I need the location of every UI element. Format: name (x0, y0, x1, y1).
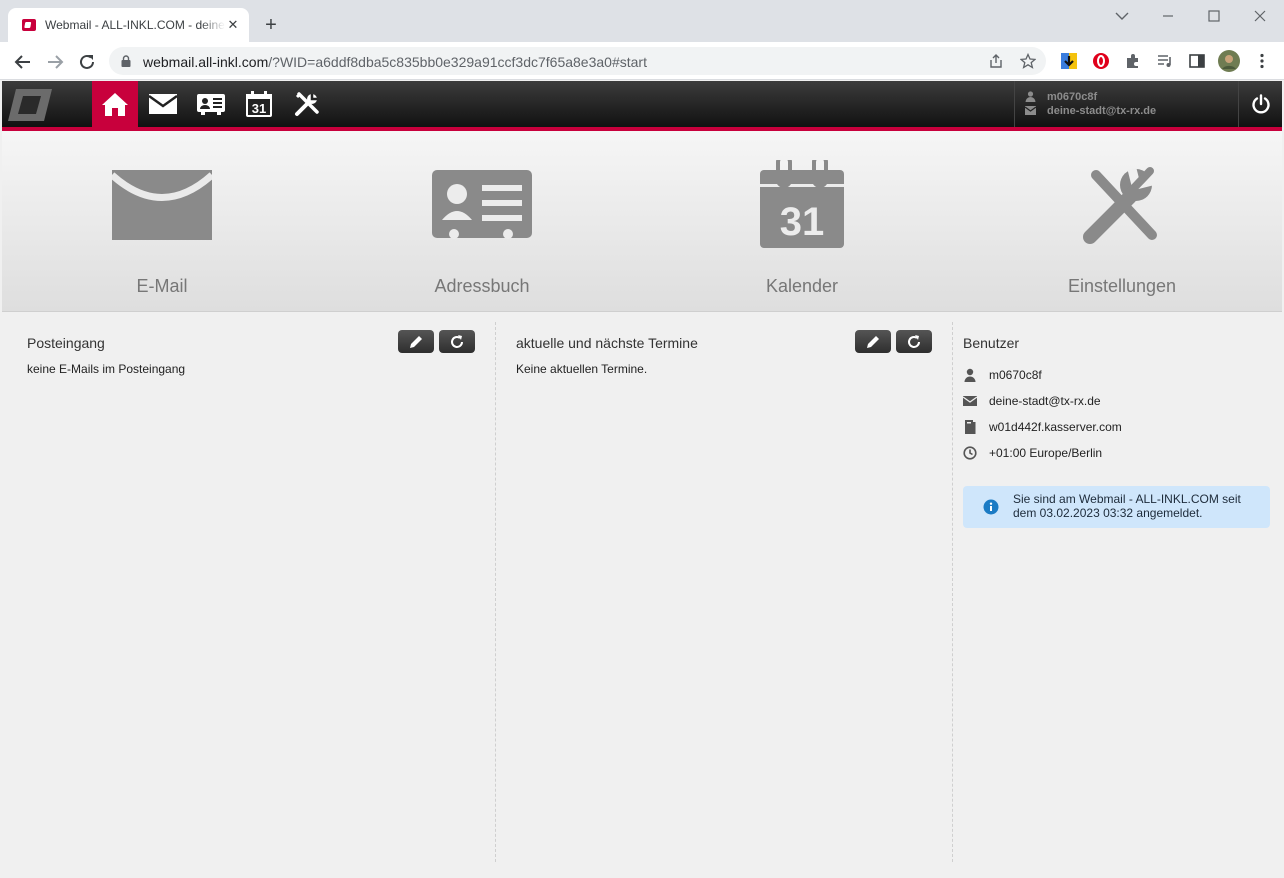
pencil-icon (867, 335, 879, 348)
tab-search-chevron-icon[interactable] (1107, 6, 1137, 26)
tile-addressbook-label: Adressbuch (434, 276, 530, 296)
app-header: 31 m0670c8f deine-stadt@tx-rx.de (2, 81, 1282, 127)
user-panel: Benutzer m0670c8f deine-stadt@tx-rx.de w… (963, 313, 1273, 878)
inbox-refresh-button[interactable] (439, 330, 475, 353)
appointments-empty-text: Keine aktuellen Termine. (516, 362, 648, 376)
back-arrow-icon[interactable] (12, 51, 34, 73)
nav-addressbook[interactable] (188, 81, 234, 127)
calendar-icon: 31 (760, 160, 844, 248)
mail-icon (1025, 106, 1036, 115)
new-tab-button[interactable]: + (260, 14, 282, 36)
user-row-timezone: +01:00 Europe/Berlin (963, 446, 1263, 462)
url-text: webmail.all-inkl.com/?WID=a6ddf8dba5c835… (143, 54, 647, 70)
refresh-icon (908, 334, 920, 348)
user-server: w01d442f.kasserver.com (989, 420, 1122, 434)
menu-kebab-icon[interactable] (1253, 52, 1271, 70)
tools-icon (1083, 167, 1157, 244)
tile-calendar[interactable]: 31 Kalender (642, 131, 962, 312)
user-row-server: w01d442f.kasserver.com (963, 420, 1263, 436)
panel-divider (495, 322, 496, 862)
nav-calendar[interactable]: 31 (236, 81, 282, 127)
tile-addressbook[interactable]: Adressbuch (322, 131, 642, 312)
tile-email[interactable]: E-Mail (2, 131, 322, 312)
reload-icon[interactable] (76, 51, 98, 73)
download-extension-icon[interactable] (1060, 52, 1078, 70)
maximize-window-icon[interactable] (1199, 6, 1229, 26)
inbox-title: Posteingang (27, 335, 105, 351)
user-email: deine-stadt@tx-rx.de (989, 394, 1101, 408)
user-icon (1025, 91, 1036, 102)
inbox-panel: Posteingang keine E-Mails im Posteingang (27, 313, 477, 878)
bookmark-star-icon[interactable] (1020, 53, 1036, 69)
browser-tab-strip: Webmail - ALL-INKL.COM - deine-stadt@tx-… (0, 0, 1284, 42)
header-username: m0670c8f (1047, 91, 1098, 103)
user-row-email: deine-stadt@tx-rx.de (963, 394, 1263, 410)
tile-settings-label: Einstellungen (1067, 276, 1177, 296)
login-info-box: Sie sind am Webmail - ALL-INKL.COM seit … (963, 486, 1270, 528)
user-icon (964, 368, 976, 382)
inbox-empty-text: keine E-Mails im Posteingang (27, 362, 186, 376)
tab-title: Webmail - ALL-INKL.COM - deine-stadt@tx-… (45, 18, 225, 32)
media-queue-icon[interactable] (1156, 52, 1174, 70)
header-user-info: m0670c8f deine-stadt@tx-rx.de (1014, 81, 1214, 127)
refresh-icon (451, 334, 463, 348)
tile-settings[interactable]: Einstellungen (962, 131, 1282, 312)
nav-email[interactable] (140, 81, 186, 127)
calendar-icon: 31 (246, 91, 272, 117)
logout-button[interactable] (1238, 81, 1282, 127)
address-card-icon (432, 170, 532, 239)
close-window-icon[interactable] (1245, 6, 1275, 26)
user-panel-title: Benutzer (963, 335, 1020, 351)
minimize-window-icon[interactable] (1153, 6, 1183, 26)
quick-launch-tiles: E-Mail Adressbuch 31 Kalender Einstellun… (2, 131, 1282, 312)
mail-icon (963, 396, 977, 406)
panel-divider (952, 322, 953, 862)
tools-icon (295, 92, 319, 116)
nav-home[interactable] (92, 81, 138, 127)
lock-icon (121, 55, 131, 67)
browser-toolbar: webmail.all-inkl.com/?WID=a6ddf8dba5c835… (0, 42, 1284, 80)
appointments-title: aktuelle und nächste Termine (516, 335, 698, 351)
tile-calendar-day: 31 (780, 200, 825, 244)
opera-adblock-extension-icon[interactable] (1092, 52, 1110, 70)
server-icon (965, 420, 976, 434)
user-timezone: +01:00 Europe/Berlin (989, 446, 1103, 460)
home-icon (102, 93, 128, 116)
appointments-edit-button[interactable] (855, 330, 891, 353)
clock-icon (963, 446, 977, 460)
pencil-icon (410, 335, 422, 348)
user-username: m0670c8f (989, 368, 1042, 382)
tile-email-label: E-Mail (136, 276, 188, 296)
envelope-icon (112, 170, 212, 240)
profile-avatar[interactable] (1218, 50, 1240, 72)
nav-settings[interactable] (284, 81, 330, 127)
login-info-text: Sie sind am Webmail - ALL-INKL.COM seit … (1013, 492, 1241, 520)
envelope-icon (149, 94, 177, 114)
header-email: deine-stadt@tx-rx.de (1047, 105, 1157, 117)
side-panel-icon[interactable] (1188, 52, 1206, 70)
address-card-icon (197, 94, 225, 115)
appointments-refresh-button[interactable] (896, 330, 932, 353)
power-icon (1251, 94, 1270, 114)
tab-close-icon[interactable]: ✕ (225, 17, 241, 33)
info-icon (983, 499, 999, 515)
forward-arrow-icon[interactable] (44, 51, 66, 73)
all-inkl-logo[interactable] (8, 87, 52, 123)
inbox-edit-button[interactable] (398, 330, 434, 353)
browser-tab[interactable]: Webmail - ALL-INKL.COM - deine-stadt@tx-… (8, 8, 249, 42)
tile-calendar-label: Kalender (765, 276, 839, 296)
appointments-panel: aktuelle und nächste Termine Keine aktue… (516, 313, 936, 878)
calendar-day-label: 31 (252, 101, 266, 116)
user-row-username: m0670c8f (963, 368, 1263, 384)
address-bar[interactable]: webmail.all-inkl.com/?WID=a6ddf8dba5c835… (109, 47, 1046, 75)
share-icon[interactable] (988, 53, 1004, 69)
all-inkl-favicon-icon (22, 19, 36, 31)
extensions-puzzle-icon[interactable] (1124, 52, 1142, 70)
